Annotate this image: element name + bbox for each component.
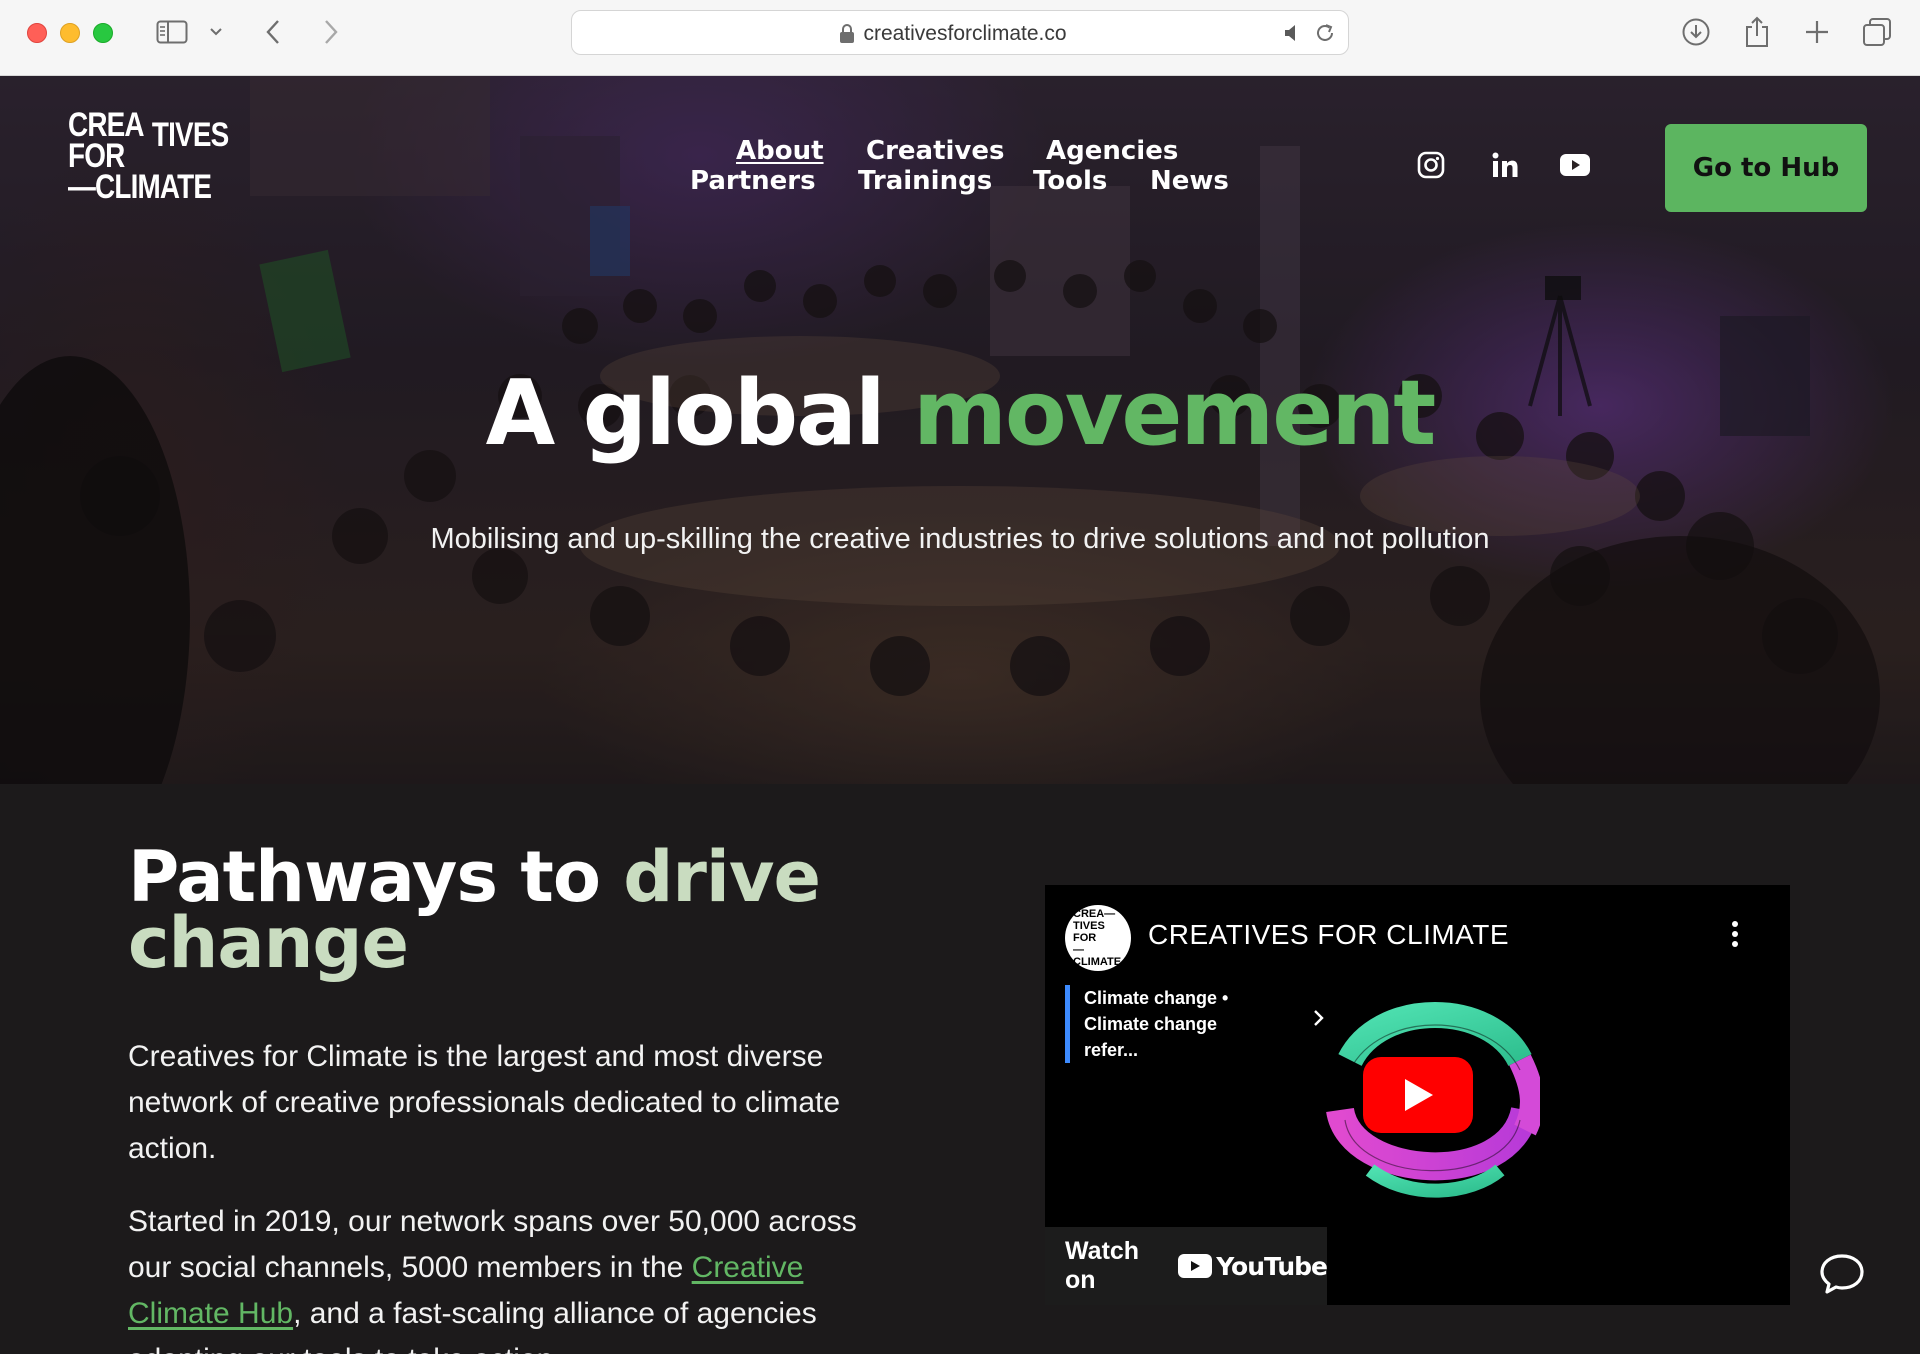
linkedin-icon[interactable] — [1488, 148, 1522, 182]
section-heading: Pathways to drive change — [128, 836, 821, 984]
instagram-icon[interactable] — [1414, 148, 1448, 182]
youtube-logo: YouTube — [1178, 1252, 1328, 1281]
close-window-button[interactable] — [27, 23, 47, 43]
download-icon[interactable] — [1679, 14, 1713, 50]
chevron-down-icon[interactable] — [206, 14, 226, 50]
watch-on-youtube-button[interactable]: Watch on YouTube — [1045, 1227, 1328, 1305]
nav-creatives[interactable]: Creatives — [866, 136, 1004, 166]
forward-icon[interactable] — [316, 14, 346, 50]
youtube-embed[interactable]: CREA—TIVES FOR —CLIMATE CREATIVES FOR CL… — [1045, 885, 1790, 1305]
nav-trainings[interactable]: Trainings — [858, 166, 992, 196]
new-tab-icon[interactable] — [1800, 14, 1834, 50]
youtube-icon[interactable] — [1558, 148, 1592, 182]
chat-icon[interactable] — [1818, 1252, 1866, 1296]
hero-title: A global movement — [485, 361, 1437, 466]
tab-overview-icon[interactable] — [1860, 14, 1894, 50]
nav-agencies[interactable]: Agencies — [1046, 136, 1178, 166]
minimize-window-button[interactable] — [60, 23, 80, 43]
video-info-card[interactable]: Climate change • Climate change refer... — [1065, 985, 1265, 1063]
go-to-hub-button[interactable]: Go to Hub — [1665, 124, 1867, 212]
address-bar[interactable]: creativesforclimate.co — [571, 10, 1349, 55]
speaker-icon[interactable] — [1282, 23, 1302, 43]
nav-news[interactable]: News — [1150, 166, 1229, 196]
hero-subtitle: Mobilising and up-skilling the creative … — [430, 523, 1490, 555]
nav-partners[interactable]: Partners — [690, 166, 816, 196]
site-logo[interactable]: CREA TIVES FOR —CLIMATE — [68, 108, 229, 206]
reload-icon[interactable] — [1314, 22, 1336, 44]
zoom-window-button[interactable] — [93, 23, 113, 43]
browser-toolbar: creativesforclimate.co — [0, 0, 1920, 76]
nav-tools[interactable]: Tools — [1033, 166, 1107, 196]
channel-avatar[interactable]: CREA—TIVES FOR —CLIMATE — [1065, 905, 1131, 971]
more-options-icon[interactable] — [1730, 921, 1740, 953]
youtube-play-icon — [1178, 1254, 1213, 1278]
hero-section: CREA TIVES FOR —CLIMATE About Creatives A… — [0, 76, 1920, 784]
url-text: creativesforclimate.co — [863, 22, 1067, 45]
share-icon[interactable] — [1740, 14, 1774, 50]
channel-name[interactable]: CREATIVES FOR CLIMATE — [1148, 919, 1509, 951]
history-paragraph: Started in 2019, our network spans over … — [128, 1205, 857, 1354]
sidebar-toggle-icon[interactable] — [152, 14, 192, 50]
play-button[interactable] — [1363, 1057, 1473, 1133]
back-icon[interactable] — [258, 14, 288, 50]
logo-line-3: —CLIMATE — [68, 168, 212, 206]
nav-about[interactable]: About — [736, 136, 824, 166]
intro-paragraph: Creatives for Climate is the largest and… — [128, 1040, 841, 1165]
pathways-section: Pathways to drive change Creatives for C… — [0, 784, 1920, 1354]
